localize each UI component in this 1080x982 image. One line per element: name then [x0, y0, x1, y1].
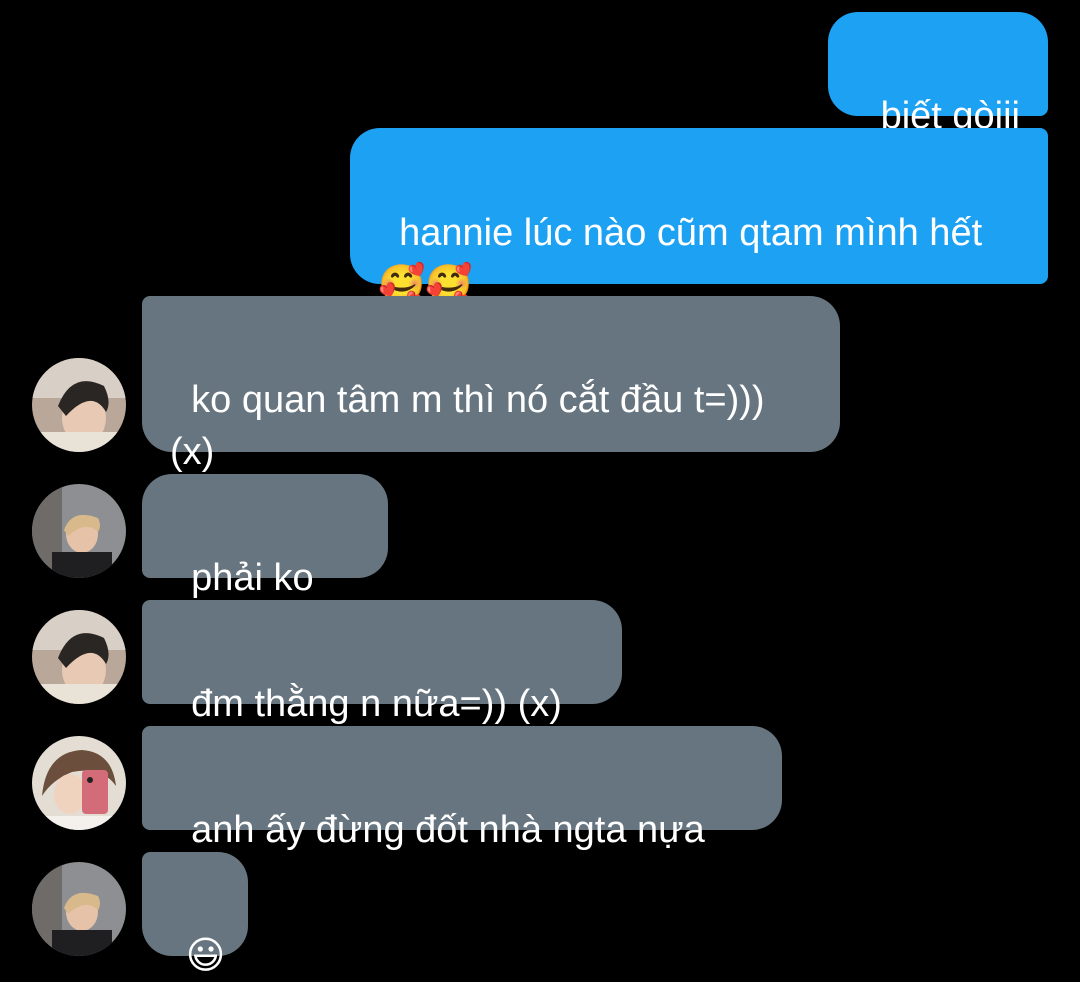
message-bubble-outgoing[interactable]: biết gòiii — [828, 12, 1048, 137]
blond-hair-avatar[interactable] — [32, 862, 126, 956]
message-bubble-outgoing[interactable]: hannie lúc nào cũm qtam mình hết🥰🥰 — [350, 128, 1048, 306]
mirror-selfie-avatar[interactable] — [32, 736, 126, 830]
message-text: đm thằng n nữa=)) (x) — [191, 683, 562, 725]
message-text: ko quan tâm m thì nó cắt đầu t=))) (x) — [170, 379, 776, 473]
message-bubble-incoming[interactable]: ko quan tâm m thì nó cắt đầu t=))) (x) — [142, 296, 840, 473]
message-bubble-incoming[interactable]: đm thằng n nữa=)) (x) — [142, 600, 622, 725]
blond-hair-avatar[interactable] — [32, 484, 126, 578]
message-bubble-incoming[interactable]: anh ấy đừng đốt nhà ngta nựa — [142, 726, 782, 851]
dark-hair-avatar[interactable] — [32, 610, 126, 704]
message-text: anh ấy đừng đốt nhà ngta nựa — [191, 809, 705, 851]
message-bubble-incoming[interactable]: 😃 — [142, 852, 248, 977]
message-bubble-incoming[interactable]: phải ko🙂 — [142, 474, 388, 651]
emoji-message: 😃 — [185, 935, 226, 977]
dark-hair-avatar[interactable] — [32, 358, 126, 452]
message-text: hannie lúc nào cũm qtam mình hết🥰🥰 — [378, 212, 983, 306]
